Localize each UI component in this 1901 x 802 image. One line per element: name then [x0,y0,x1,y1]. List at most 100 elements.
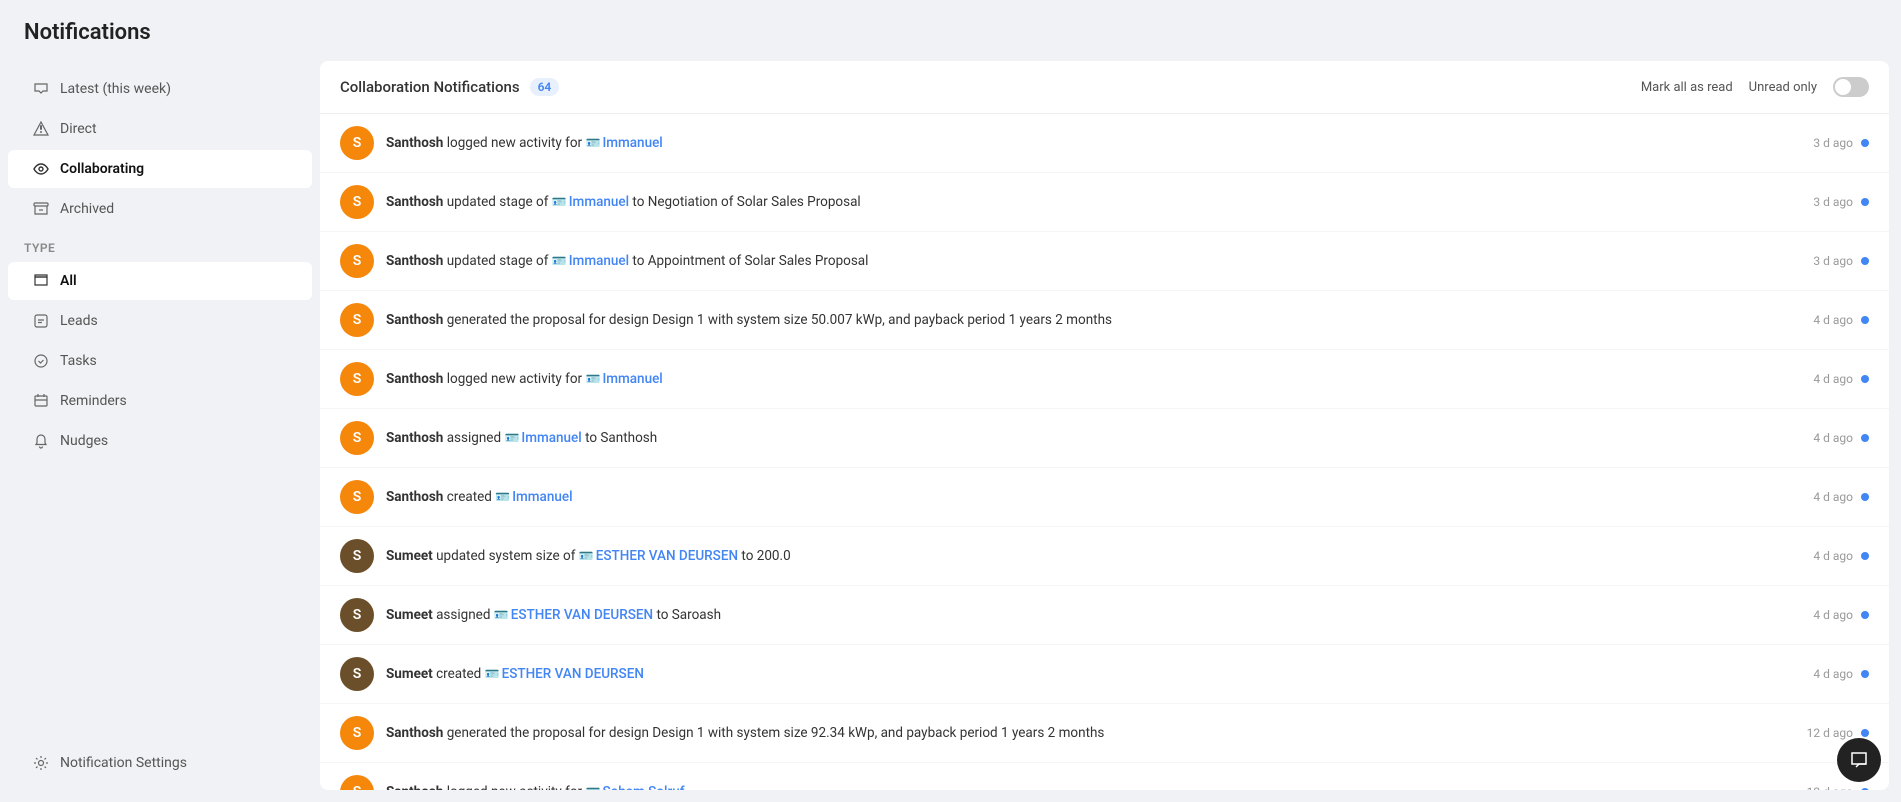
notification-text: Santhosh assigned 🪪Immanuel to Santhosh [386,429,1801,448]
person-link[interactable]: 🪪Soham Solruf [585,784,684,790]
notification-text: Santhosh updated stage of 🪪Immanuel to N… [386,193,1801,212]
person-link[interactable]: 🪪Immanuel [504,430,581,446]
notification-meta: 4 d ago [1813,549,1869,563]
avatar: S [340,185,374,219]
person-link[interactable]: 🪪Immanuel [585,371,662,387]
notification-meta: 3 d ago [1813,254,1869,268]
content-header-right: Mark all as read Unread only [1641,77,1869,97]
sidebar-type-reminders[interactable]: Reminders [8,382,312,420]
avatar: S [340,244,374,278]
person-icon: 🪪 [485,666,500,683]
notification-item[interactable]: SSumeet updated system size of 🪪ESTHER V… [320,527,1889,586]
avatar: S [340,362,374,396]
avatar: S [340,657,374,691]
unread-dot [1861,493,1869,501]
person-icon: 🪪 [495,489,510,506]
person-icon: 🪪 [552,253,567,270]
unread-dot [1861,434,1869,442]
notification-meta: 4 d ago [1813,608,1869,622]
avatar: S [340,598,374,632]
notification-item[interactable]: S Santhosh logged new activity for 🪪Imman… [320,350,1889,409]
notification-meta: 3 d ago [1813,195,1869,209]
unread-dot [1861,552,1869,560]
sidebar-item-archived-label: Archived [60,201,114,217]
unread-dot [1861,198,1869,206]
sidebar-item-archived[interactable]: Archived [8,190,312,228]
avatar: S [340,421,374,455]
person-icon: 🪪 [585,135,600,152]
unread-only-label: Unread only [1749,80,1817,95]
sidebar-item-direct[interactable]: Direct [8,110,312,148]
notification-text: Santhosh logged new activity for 🪪Immanu… [386,370,1801,389]
mark-all-read-button[interactable]: Mark all as read [1641,80,1733,95]
person-link[interactable]: 🪪Immanuel [552,253,629,269]
settings-icon [32,754,50,772]
person-link[interactable]: 🪪Immanuel [552,194,629,210]
sidebar-item-direct-label: Direct [60,121,97,137]
notification-item[interactable]: SSumeet created 🪪ESTHER VAN DEURSEN4 d a… [320,645,1889,704]
notification-text: Santhosh generated the proposal for desi… [386,724,1795,743]
person-link[interactable]: 🪪ESTHER VAN DEURSEN [494,607,653,623]
alert-icon [32,120,50,138]
sidebar-item-latest[interactable]: Latest (this week) [8,70,312,108]
notification-item[interactable]: SSanthosh created 🪪Immanuel4 d ago [320,468,1889,527]
chat-widget-button[interactable] [1837,738,1881,782]
person-icon: 🪪 [552,194,567,211]
sidebar-type-nudges[interactable]: Nudges [8,422,312,460]
person-link[interactable]: 🪪Immanuel [585,135,662,151]
notification-text: Santhosh logged new activity for 🪪Immanu… [386,134,1801,153]
tasks-icon [32,352,50,370]
content-title: Collaboration Notifications [340,78,520,96]
content-header-left: Collaboration Notifications 64 [340,78,559,96]
sidebar-item-latest-label: Latest (this week) [60,81,171,97]
notification-meta: 12 d ago [1807,785,1869,790]
sidebar-type-leads-label: Leads [60,313,98,329]
notification-item[interactable]: SSanthosh updated stage of 🪪Immanuel to … [320,232,1889,291]
unread-dot [1861,788,1869,790]
notification-item[interactable]: S Santhosh generated the proposal for des… [320,704,1889,763]
unread-dot [1861,611,1869,619]
notification-item[interactable]: SSumeet assigned 🪪ESTHER VAN DEURSEN to … [320,586,1889,645]
avatar: S [340,539,374,573]
type-section-title: Type [0,229,320,261]
notification-settings-link[interactable]: Notification Settings [8,744,312,782]
notification-item[interactable]: S Santhosh assigned 🪪Immanuel to Santhosh… [320,409,1889,468]
unread-dot [1861,375,1869,383]
time-ago: 4 d ago [1813,372,1853,386]
time-ago: 4 d ago [1813,667,1853,681]
sidebar-type-leads[interactable]: Leads [8,302,312,340]
avatar: S [340,716,374,750]
sidebar-type-tasks[interactable]: Tasks [8,342,312,380]
main-content: Collaboration Notifications 64 Mark all … [320,61,1889,790]
page-title: Notifications [24,20,1877,45]
notification-item[interactable]: S Santhosh updated stage of 🪪Immanuel to … [320,173,1889,232]
avatar: S [340,303,374,337]
person-link[interactable]: 🪪ESTHER VAN DEURSEN [579,548,738,564]
unread-only-toggle[interactable] [1833,77,1869,97]
all-icon [32,272,50,290]
sidebar-item-collaborating[interactable]: Collaborating [8,150,312,188]
time-ago: 4 d ago [1813,490,1853,504]
time-ago: 4 d ago [1813,549,1853,563]
notification-meta: 4 d ago [1813,313,1869,327]
time-ago: 3 d ago [1813,195,1853,209]
person-link[interactable]: 🪪ESTHER VAN DEURSEN [485,666,644,682]
avatar: S [340,480,374,514]
notification-meta: 4 d ago [1813,490,1869,504]
notification-item[interactable]: SSanthosh generated the proposal for des… [320,291,1889,350]
avatar: S [340,775,374,790]
sidebar-type-all[interactable]: All [8,262,312,300]
notification-meta: 4 d ago [1813,431,1869,445]
person-link[interactable]: 🪪Immanuel [495,489,572,505]
sidebar-item-collaborating-label: Collaborating [60,161,144,177]
archive-icon [32,200,50,218]
notification-list: S Santhosh logged new activity for 🪪Imman… [320,114,1889,790]
sidebar-type-all-label: All [60,273,77,289]
unread-dot [1861,257,1869,265]
notification-item[interactable]: SSanthosh logged new activity for 🪪Soham… [320,763,1889,790]
notification-meta: 4 d ago [1813,667,1869,681]
person-icon: 🪪 [579,548,594,565]
eye-icon [32,160,50,178]
notification-item[interactable]: SSanthosh logged new activity for 🪪Imman… [320,114,1889,173]
notification-meta: 3 d ago [1813,136,1869,150]
